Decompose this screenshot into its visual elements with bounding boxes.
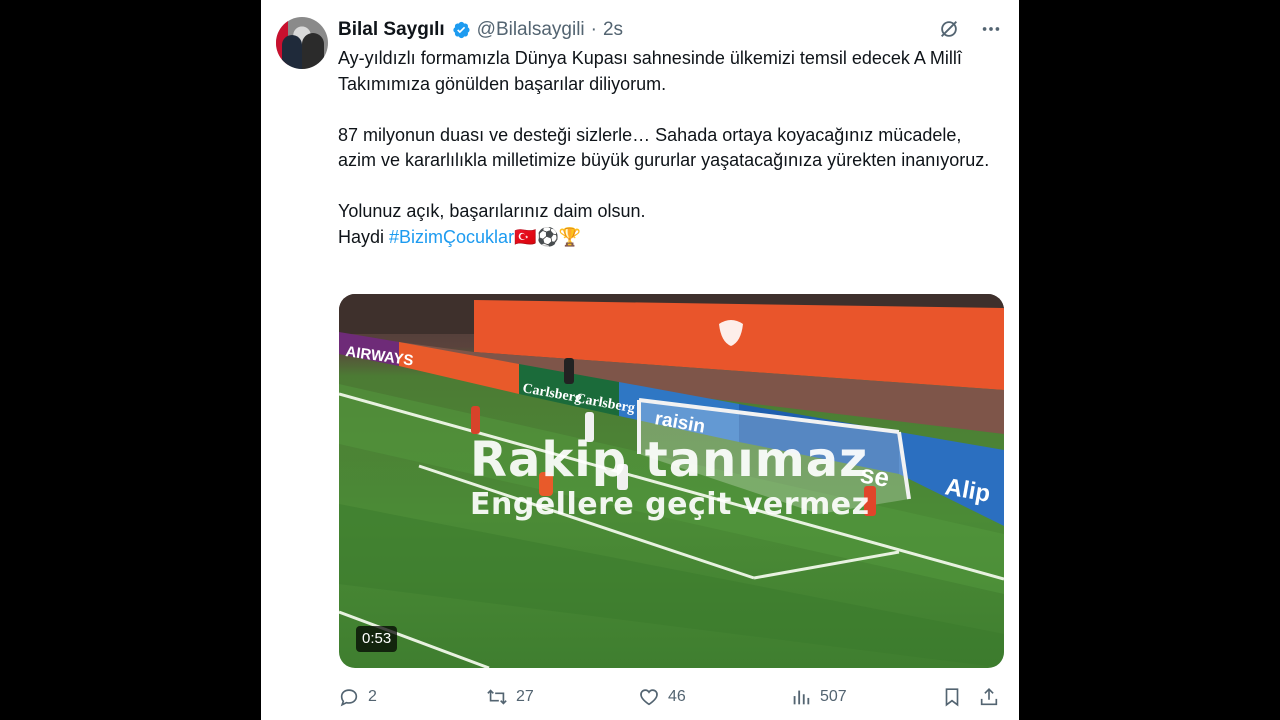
tweet-card[interactable]: Bilal Saygılı @Bilalsaygili · 2s Ay-yıld… bbox=[261, 0, 1019, 720]
share-button[interactable] bbox=[978, 684, 1000, 710]
like-button[interactable]: 46 bbox=[638, 684, 686, 710]
hashtag-link[interactable]: #BizimÇocuklar bbox=[389, 227, 514, 247]
grok-icon[interactable] bbox=[937, 17, 961, 41]
timestamp[interactable]: 2s bbox=[603, 19, 623, 41]
tweet-actions-bar: 2 27 46 507 bbox=[338, 684, 1004, 710]
reply-button[interactable]: 2 bbox=[338, 684, 377, 710]
header-actions bbox=[937, 17, 1003, 41]
views-button[interactable]: 507 bbox=[790, 684, 847, 710]
author-handle[interactable]: @Bilalsaygili bbox=[477, 19, 585, 41]
tweet-paragraph: Yolunuz açık, başarılarınız daim olsun. bbox=[338, 201, 646, 221]
reply-icon bbox=[340, 689, 358, 707]
tweet-emojis: 🇹🇷⚽🏆 bbox=[514, 226, 582, 247]
reply-count: 2 bbox=[368, 688, 377, 705]
author-name[interactable]: Bilal Saygılı bbox=[338, 19, 445, 41]
bookmark-icon bbox=[945, 688, 959, 707]
video-duration: 0:53 bbox=[356, 626, 398, 652]
tweet-haydi: Haydi bbox=[338, 226, 390, 247]
share-icon bbox=[980, 688, 998, 706]
retweet-count: 27 bbox=[516, 688, 534, 705]
video-player[interactable]: AIRWAYS Carlsberg Carlsberg raisin se Al… bbox=[339, 294, 1004, 668]
video-overlay-title: Rakip tanımaz bbox=[470, 432, 869, 488]
video-overlay-subtitle: Engellere geçit vermez bbox=[470, 487, 870, 522]
avatar[interactable] bbox=[276, 17, 328, 69]
heart-icon bbox=[640, 689, 658, 706]
verified-badge-icon bbox=[453, 21, 470, 39]
bookmark-button[interactable] bbox=[941, 684, 963, 710]
tweet-paragraph: 87 milyonun duası ve desteği sizlerle… S… bbox=[338, 124, 990, 171]
more-options-icon[interactable] bbox=[979, 17, 1003, 41]
tweet-paragraph: Ay-yıldızlı formamızla Dünya Kupası sahn… bbox=[338, 48, 967, 94]
retweet-icon bbox=[487, 689, 507, 705]
tweet-header: Bilal Saygılı @Bilalsaygili · 2s bbox=[338, 16, 623, 44]
separator-dot: · bbox=[590, 19, 597, 40]
views-chart-icon bbox=[793, 690, 810, 705]
retweet-button[interactable]: 27 bbox=[486, 684, 534, 710]
like-count: 46 bbox=[668, 688, 686, 705]
views-count: 507 bbox=[820, 688, 847, 705]
tweet-text: Ay-yıldızlı formamızla Dünya Kupası sahn… bbox=[338, 46, 998, 250]
